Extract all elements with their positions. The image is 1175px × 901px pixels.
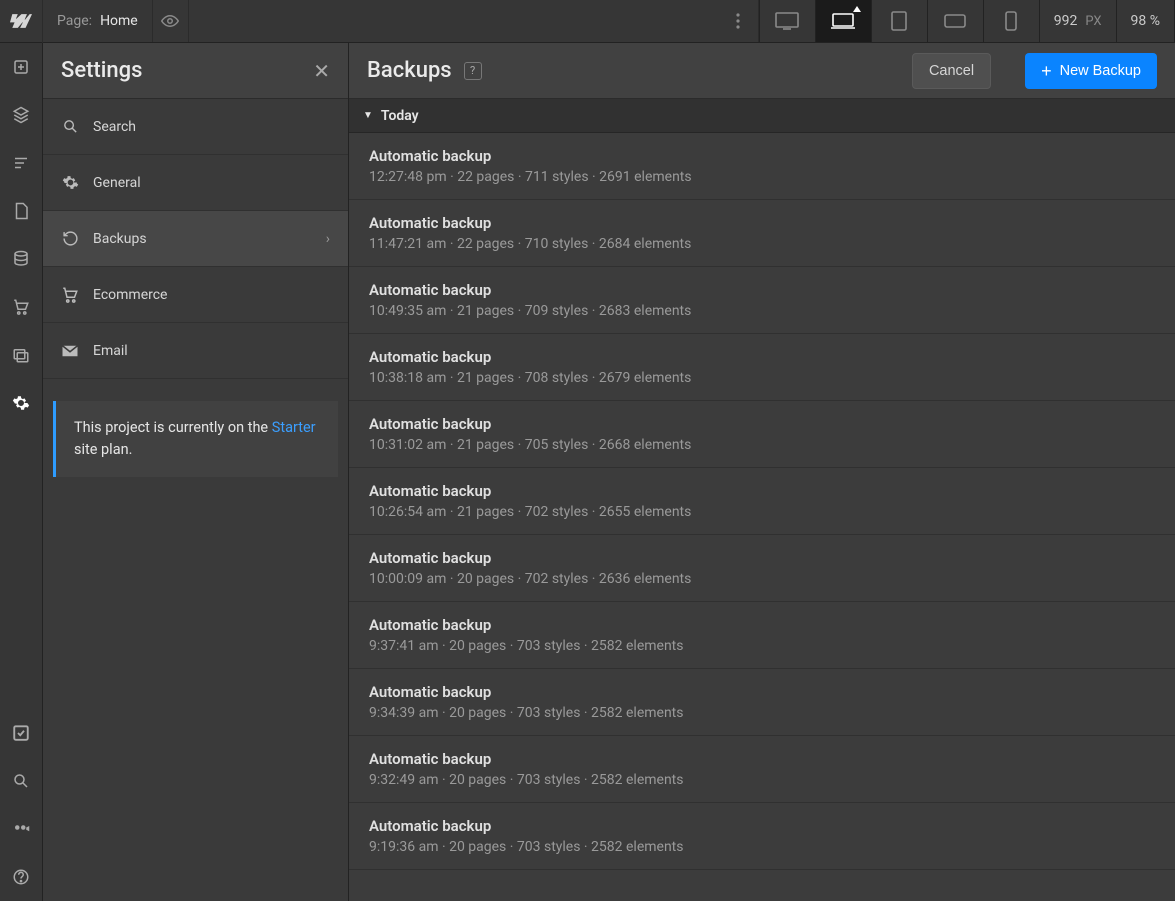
backup-item[interactable]: Automatic backup 9:34:39 am · 20 pages ·…: [349, 669, 1175, 736]
restore-icon: [61, 230, 79, 247]
device-switcher: [759, 0, 1039, 42]
topbar: Page: Home 992: [0, 0, 1175, 43]
assets-icon[interactable]: [0, 331, 43, 379]
sidebar-item-search[interactable]: Search: [43, 99, 348, 155]
section-label: Today: [381, 108, 419, 124]
backup-list: Automatic backup 12:27:48 pm · 22 pages …: [349, 133, 1175, 901]
pages-icon[interactable]: [0, 187, 43, 235]
backup-title: Automatic backup: [369, 348, 1155, 366]
settings-title: Settings: [61, 58, 142, 83]
backup-detail: 11:47:21 am · 22 pages · 710 styles · 26…: [369, 236, 1155, 252]
backup-detail: 10:00:09 am · 20 pages · 702 styles · 26…: [369, 571, 1155, 587]
sidebar-item-label: General: [93, 175, 141, 191]
cms-icon[interactable]: [0, 235, 43, 283]
webflow-logo[interactable]: [0, 0, 43, 43]
device-mobile[interactable]: [983, 0, 1039, 42]
backup-title: Automatic backup: [369, 214, 1155, 232]
sidebar-item-label: Search: [93, 119, 136, 135]
navigator-icon[interactable]: [0, 139, 43, 187]
backup-title: Automatic backup: [369, 281, 1155, 299]
backup-item[interactable]: Automatic backup 10:26:54 am · 21 pages …: [349, 468, 1175, 535]
sidebar-item-email[interactable]: Email: [43, 323, 348, 379]
page-name: Home: [100, 13, 138, 29]
backup-detail: 9:34:39 am · 20 pages · 703 styles · 258…: [369, 705, 1155, 721]
backup-detail: 12:27:48 pm · 22 pages · 711 styles · 26…: [369, 169, 1155, 185]
backup-detail: 10:31:02 am · 21 pages · 705 styles · 26…: [369, 437, 1155, 453]
backup-item[interactable]: Automatic backup 10:38:18 am · 21 pages …: [349, 334, 1175, 401]
sidebar-item-label: Backups: [93, 231, 147, 247]
backup-title: Automatic backup: [369, 147, 1155, 165]
backup-title: Automatic backup: [369, 415, 1155, 433]
audit-icon[interactable]: [0, 709, 43, 757]
backup-detail: 9:37:41 am · 20 pages · 703 styles · 258…: [369, 638, 1155, 654]
backup-title: Automatic backup: [369, 817, 1155, 835]
preview-toggle[interactable]: [153, 0, 189, 42]
backup-detail: 10:38:18 am · 21 pages · 708 styles · 26…: [369, 370, 1155, 386]
canvas-width-value: 992: [1054, 13, 1078, 29]
device-mobile-landscape[interactable]: [927, 0, 983, 42]
backup-item[interactable]: Automatic backup 10:31:02 am · 21 pages …: [349, 401, 1175, 468]
close-icon[interactable]: ✕: [313, 59, 330, 83]
backup-item[interactable]: Automatic backup 10:49:35 am · 21 pages …: [349, 267, 1175, 334]
backup-item[interactable]: Automatic backup 11:47:21 am · 22 pages …: [349, 200, 1175, 267]
sidebar-item-label: Ecommerce: [93, 287, 167, 303]
backup-detail: 9:32:49 am · 20 pages · 703 styles · 258…: [369, 772, 1155, 788]
symbols-icon[interactable]: [0, 91, 43, 139]
video-icon[interactable]: [0, 805, 43, 853]
triangle-down-icon: ▼: [363, 110, 373, 121]
backup-title: Automatic backup: [369, 616, 1155, 634]
backup-item[interactable]: Automatic backup 10:00:09 am · 20 pages …: [349, 535, 1175, 602]
new-backup-button[interactable]: +New Backup: [1025, 53, 1157, 89]
gear-icon: [61, 174, 79, 191]
cart-icon: [61, 286, 79, 304]
page-selector[interactable]: Page: Home: [43, 0, 153, 42]
main-panel: Backups ? Cancel +New Backup ▼ Today Aut…: [349, 43, 1175, 901]
backup-title: Automatic backup: [369, 482, 1155, 500]
help-rail-icon[interactable]: [0, 853, 43, 901]
device-desktop[interactable]: [815, 0, 871, 42]
backup-item[interactable]: Automatic backup 12:27:48 pm · 22 pages …: [349, 133, 1175, 200]
chevron-right-icon: ›: [326, 231, 330, 247]
backup-detail: 10:49:35 am · 21 pages · 709 styles · 26…: [369, 303, 1155, 319]
device-large[interactable]: [759, 0, 815, 42]
page-prefix: Page:: [57, 13, 92, 29]
sidebar-item-general[interactable]: General: [43, 155, 348, 211]
search-icon: [61, 118, 79, 135]
canvas-width-unit: PX: [1085, 14, 1101, 29]
sidebar-item-backups[interactable]: Backups ›: [43, 211, 348, 267]
zoom-level[interactable]: 98 %: [1116, 0, 1175, 42]
mail-icon: [61, 344, 79, 358]
backup-title: Automatic backup: [369, 683, 1155, 701]
canvas-width[interactable]: 992 PX: [1039, 0, 1116, 42]
left-rail: [0, 43, 43, 901]
add-icon[interactable]: [0, 43, 43, 91]
cancel-button[interactable]: Cancel: [912, 53, 991, 89]
backup-item[interactable]: Automatic backup 9:19:36 am · 20 pages ·…: [349, 803, 1175, 870]
backup-title: Automatic backup: [369, 549, 1155, 567]
plan-note: This project is currently on the Starter…: [53, 401, 338, 477]
settings-icon[interactable]: [0, 379, 43, 427]
plan-link[interactable]: Starter: [272, 419, 316, 436]
backup-item[interactable]: Automatic backup 9:37:41 am · 20 pages ·…: [349, 602, 1175, 669]
backup-title: Automatic backup: [369, 750, 1155, 768]
settings-menu: Search General Backups › Ecommerce Email: [43, 99, 348, 379]
backup-detail: 10:26:54 am · 21 pages · 702 styles · 26…: [369, 504, 1155, 520]
more-menu[interactable]: [719, 0, 759, 42]
help-icon[interactable]: ?: [464, 62, 482, 80]
page-title: Backups: [367, 58, 452, 83]
sidebar-item-ecommerce[interactable]: Ecommerce: [43, 267, 348, 323]
search-rail-icon[interactable]: [0, 757, 43, 805]
backup-item[interactable]: Automatic backup 9:32:49 am · 20 pages ·…: [349, 736, 1175, 803]
settings-panel: Settings ✕ Search General Backups › Ecom…: [43, 43, 349, 901]
sidebar-item-label: Email: [93, 343, 128, 359]
plus-icon: +: [1041, 62, 1052, 80]
backup-detail: 9:19:36 am · 20 pages · 703 styles · 258…: [369, 839, 1155, 855]
device-tablet[interactable]: [871, 0, 927, 42]
ecommerce-icon[interactable]: [0, 283, 43, 331]
section-header-today[interactable]: ▼ Today: [349, 99, 1175, 133]
